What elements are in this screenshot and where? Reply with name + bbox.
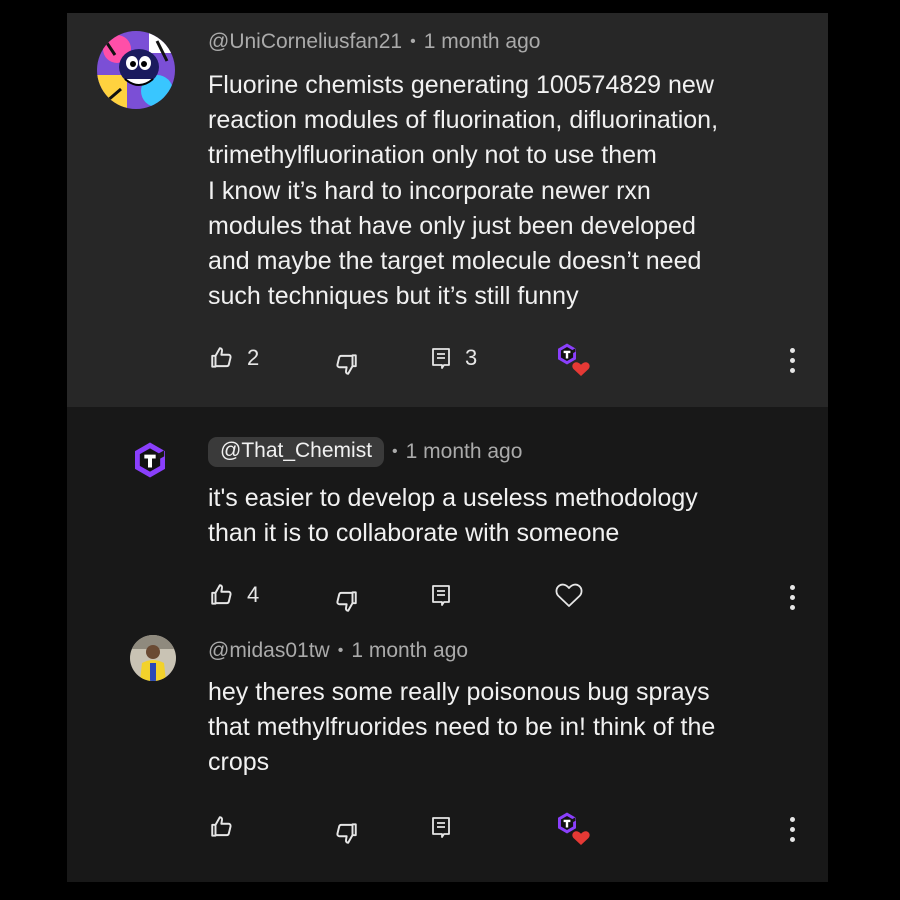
like-button[interactable]: 4 bbox=[209, 575, 259, 615]
separator-dot: • bbox=[392, 443, 398, 460]
timestamp[interactable]: 1 month ago bbox=[406, 440, 523, 464]
thumbs-up-icon bbox=[209, 345, 235, 371]
reply-icon bbox=[429, 582, 453, 608]
separator-dot: • bbox=[410, 33, 416, 50]
channel-hexagon-logo-icon bbox=[130, 440, 170, 480]
comment-text: Fluorine chemists generating 100574829 n… bbox=[208, 71, 719, 311]
like-button[interactable]: 2 bbox=[209, 338, 259, 378]
creator-heart-badge-icon bbox=[558, 812, 590, 845]
top-comment: @UniCorneliusfan21 • 1 month ago Fluorin… bbox=[67, 13, 828, 407]
timestamp[interactable]: 1 month ago bbox=[351, 639, 468, 663]
like-count: 2 bbox=[247, 345, 260, 370]
thumbs-down-icon bbox=[333, 820, 359, 846]
reply-icon bbox=[429, 814, 453, 840]
person-photo-avatar-icon bbox=[130, 635, 176, 681]
dislike-button[interactable] bbox=[333, 581, 359, 621]
creator-author-chip[interactable]: @That_Chemist bbox=[208, 437, 385, 467]
reply-button[interactable] bbox=[429, 807, 453, 847]
comment-text: it's easier to develop a useless methodo… bbox=[208, 484, 698, 548]
comment-meta: @midas01tw • 1 month ago bbox=[208, 639, 468, 663]
more-vertical-icon[interactable] bbox=[788, 817, 796, 842]
comment-actions: 4 bbox=[67, 575, 828, 615]
reply-button[interactable] bbox=[429, 575, 453, 615]
like-button[interactable] bbox=[209, 807, 235, 847]
more-vertical-icon[interactable] bbox=[788, 348, 796, 373]
comment-actions bbox=[67, 807, 828, 847]
cartoon-character-avatar-icon bbox=[97, 31, 175, 109]
reply-count: 3 bbox=[465, 345, 478, 370]
thumbs-down-icon bbox=[333, 351, 359, 377]
thumbs-down-icon bbox=[333, 588, 359, 614]
comment-actions: 2 3 bbox=[67, 338, 828, 378]
separator-dot: • bbox=[337, 642, 344, 659]
author-handle[interactable]: @UniCorneliusfan21 bbox=[208, 30, 402, 54]
author-handle[interactable]: @midas01tw bbox=[208, 639, 330, 663]
avatar[interactable] bbox=[97, 31, 175, 109]
reply-icon bbox=[429, 345, 453, 371]
timestamp[interactable]: 1 month ago bbox=[424, 30, 541, 54]
avatar[interactable] bbox=[130, 440, 170, 480]
thumbs-up-icon bbox=[209, 582, 235, 608]
more-vertical-icon[interactable] bbox=[788, 585, 796, 610]
dislike-button[interactable] bbox=[333, 813, 359, 853]
comment-text: hey theres some really poisonous bug spr… bbox=[208, 678, 716, 777]
reply-button[interactable]: 3 bbox=[429, 338, 477, 378]
dislike-button[interactable] bbox=[333, 344, 359, 384]
comment-meta: @UniCorneliusfan21 • 1 month ago bbox=[208, 30, 540, 54]
heart-icon bbox=[555, 583, 583, 607]
creator-heart-badge bbox=[553, 809, 593, 849]
comment-meta: @That_Chemist • 1 month ago bbox=[208, 437, 522, 467]
like-count: 4 bbox=[247, 582, 260, 607]
avatar[interactable] bbox=[130, 635, 176, 681]
thumbs-up-icon bbox=[209, 814, 235, 840]
creator-heart-badge bbox=[553, 340, 593, 380]
creator-heart-badge-icon bbox=[558, 343, 590, 376]
reply-thread: @That_Chemist • 1 month ago it's easier … bbox=[67, 407, 828, 882]
heart-button[interactable] bbox=[555, 575, 583, 615]
